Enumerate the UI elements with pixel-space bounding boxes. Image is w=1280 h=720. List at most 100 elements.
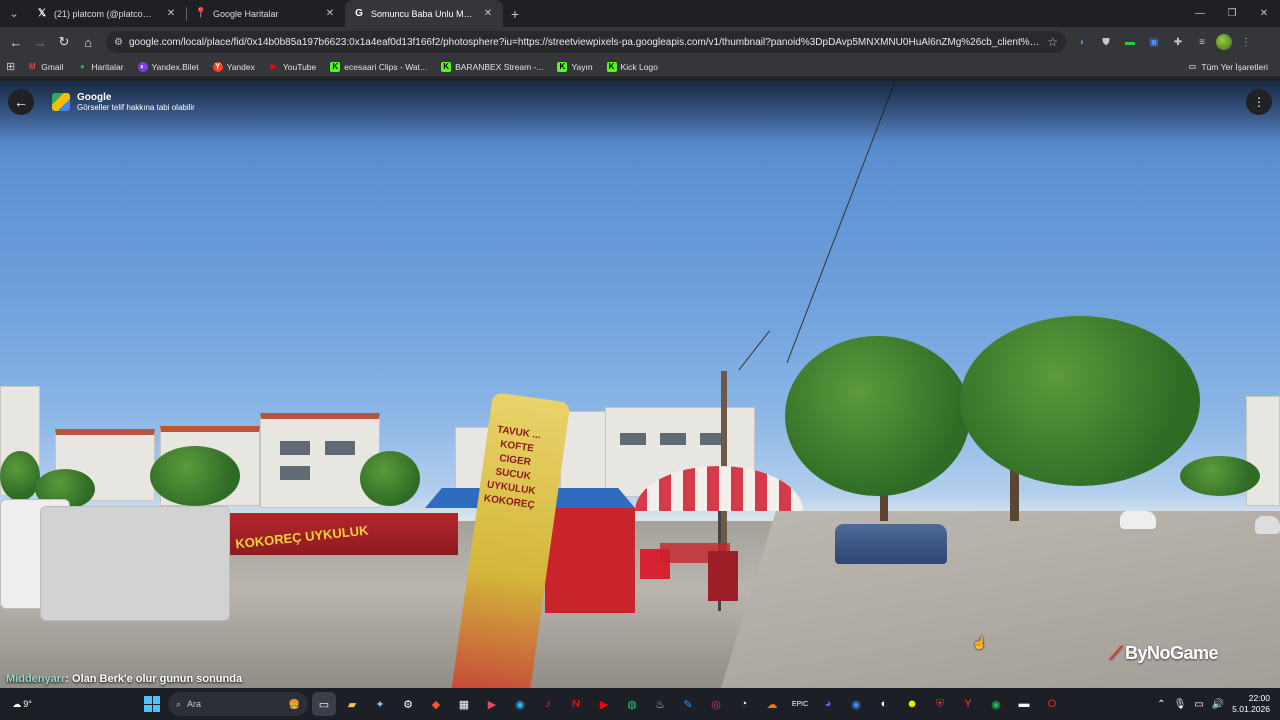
volume-icon[interactable]: 🔊 (1212, 699, 1224, 710)
bookmark-label: Gmail (41, 61, 64, 72)
yandex-browser-icon[interactable]: Y (956, 692, 980, 716)
site-info-icon[interactable]: ⚙ (114, 37, 123, 48)
weather-temp: 9° (23, 699, 32, 709)
steam-icon[interactable]: ♨ (648, 692, 672, 716)
store-icon[interactable]: ▦ (452, 692, 476, 716)
bookmark-label: Yandex (226, 61, 255, 72)
back-arrow-icon[interactable]: ← (8, 89, 34, 115)
snapchat-icon[interactable]: ☻ (900, 692, 924, 716)
tab-google-maps[interactable]: 📍 Google Haritalar ✕ (187, 0, 345, 27)
bookmark-baranbex[interactable]: K BARANBEX Stream -... (435, 58, 549, 76)
chat-username: Middenyarr (6, 673, 66, 685)
reload-icon[interactable]: ↻ (52, 30, 76, 54)
spotify-icon[interactable]: ◉ (984, 692, 1008, 716)
tree (960, 316, 1200, 486)
stream-watermark: ⟋ ByNoGame (1110, 643, 1219, 664)
watermark-text: ByNoGame (1124, 643, 1219, 663)
tab-twitter[interactable]: 𝕏 (21) platcom (@platcomweb) / ✕ (28, 0, 186, 27)
kick-icon: K (606, 61, 617, 72)
chat-overlay: Middenyarr: Olan Berk'e olur gunun sonun… (6, 670, 266, 688)
bookmark-label: ecesaari Clips - Wat... (344, 61, 428, 72)
bookmark-yayin[interactable]: K Yayın (551, 58, 598, 76)
media-player-icon[interactable]: ▶ (480, 692, 504, 716)
bookmark-gmail[interactable]: M Gmail (21, 58, 69, 76)
epic-games-icon[interactable]: EPIC (788, 692, 812, 716)
task-view-icon[interactable]: ▭ (312, 692, 336, 716)
restore-icon[interactable]: ❐ (1216, 0, 1248, 27)
extension-icon[interactable]: ▣ (1144, 32, 1164, 52)
github-icon[interactable]: ◐ (872, 692, 896, 716)
street-view-panorama[interactable]: KOKOREÇ UYKULUK TAVUK ... KOFTE CIGER SU… (0, 81, 1280, 688)
shield-icon[interactable]: ⛊ (1096, 32, 1116, 52)
bookmark-yandex[interactable]: Y Yandex (207, 58, 261, 76)
opera-icon[interactable]: O (1040, 692, 1064, 716)
close-tab-icon[interactable]: ✕ (164, 8, 178, 19)
instagram-icon[interactable]: ◎ (704, 692, 728, 716)
tree (0, 451, 40, 501)
parked-car (1120, 511, 1156, 529)
tiktok-icon[interactable]: ♪ (536, 692, 560, 716)
copilot-icon[interactable]: ✦ (368, 692, 392, 716)
tab-search-button[interactable]: ⌄ (0, 0, 28, 27)
extension-icon[interactable]: ◗ (1072, 32, 1092, 52)
bookmark-yandex-bilet[interactable]: ◐ Yandex.Bilet (132, 58, 205, 76)
weather-widget[interactable]: ☁ 9° (0, 699, 44, 710)
tab-somuncu-baba[interactable]: G Somuncu Baba Unlu Mamülleri ✕ (345, 0, 503, 27)
profile-avatar[interactable] (1216, 34, 1232, 50)
microphone-icon[interactable]: 🎙 (1174, 699, 1187, 710)
bookmark-kick-logo[interactable]: K Kick Logo (601, 58, 664, 76)
home-icon[interactable]: ⌂ (76, 30, 100, 54)
speedtest-icon[interactable]: ◔ (732, 692, 756, 716)
bookmark-haritalar[interactable]: ● Haritalar (71, 58, 129, 76)
url-text[interactable]: google.com/local/place/fid/0x14b0b85a197… (129, 37, 1041, 48)
chevron-up-icon[interactable]: ⌃ (1157, 699, 1165, 710)
file-explorer-icon[interactable]: ▰ (340, 692, 364, 716)
bookmark-label: Tüm Yer İşaretleri (1201, 61, 1268, 72)
youtube-icon[interactable]: ▶ (592, 692, 616, 716)
new-tab-button[interactable]: + (503, 0, 527, 27)
bookmark-youtube[interactable]: ▶ YouTube (263, 58, 322, 76)
netflix-icon[interactable]: N (564, 692, 588, 716)
bookmark-label: Yayın (571, 61, 593, 72)
forward-arrow-icon[interactable]: → (28, 30, 52, 54)
network-icon[interactable]: ▭ (1194, 699, 1203, 710)
settings-icon[interactable]: ⚙ (396, 692, 420, 716)
bookmark-label: BARANBEX Stream -... (455, 61, 544, 72)
bookmark-ecesaari[interactable]: Kecesaari Clips - Wat... (324, 58, 433, 76)
more-options-icon[interactable]: ⋮ (1246, 89, 1272, 115)
address-bar[interactable]: ⚙ google.com/local/place/fid/0x14b0b85a1… (106, 31, 1066, 53)
minimize-icon[interactable]: — (1184, 0, 1216, 27)
close-window-icon[interactable]: ✕ (1248, 0, 1280, 27)
bookmark-star-icon[interactable]: ☆ (1047, 35, 1058, 49)
kick-icon: K (441, 61, 452, 72)
back-arrow-icon[interactable]: ← (4, 30, 28, 54)
app-window-icon[interactable]: ▬ (1012, 692, 1036, 716)
close-tab-icon[interactable]: ✕ (323, 8, 337, 19)
edge-icon[interactable]: ◉ (508, 692, 532, 716)
soundcloud-icon[interactable]: ☁ (760, 692, 784, 716)
close-tab-icon[interactable]: ✕ (481, 8, 495, 19)
twitter-icon[interactable]: ✎ (676, 692, 700, 716)
kick-icon: K (330, 61, 341, 72)
window (325, 441, 355, 455)
reading-list-icon[interactable]: ≡ (1192, 32, 1212, 52)
menu-dots-icon[interactable]: ⋮ (1236, 32, 1256, 52)
chrome-icon[interactable]: ◉ (844, 692, 868, 716)
extension-icon[interactable]: ▬ (1120, 32, 1140, 52)
clock[interactable]: 22:00 5.01.2026 (1232, 693, 1270, 715)
window (620, 433, 646, 445)
maps-icon: ● (80, 62, 85, 71)
search-icon: ⌕ (176, 698, 182, 709)
whatsapp-icon[interactable]: ◍ (620, 692, 644, 716)
brave-icon[interactable]: ◆ (424, 692, 448, 716)
puzzle-icon[interactable]: ✚ (1168, 32, 1188, 52)
discord-icon[interactable]: ◕ (816, 692, 840, 716)
taskbar-search[interactable]: ⌕ Ara 🍔 (168, 692, 308, 716)
search-placeholder: Ara (187, 699, 202, 709)
apps-grid-icon[interactable]: ⊞ (6, 60, 15, 73)
all-bookmarks-button[interactable]: ▭ Tüm Yer İşaretleri (1181, 58, 1274, 76)
shield-app-icon[interactable]: ⛨ (928, 692, 952, 716)
covered-vehicle (40, 506, 230, 621)
windows-start-icon[interactable] (140, 692, 164, 716)
browser-toolbar: ← → ↻ ⌂ ⚙ google.com/local/place/fid/0x1… (0, 27, 1280, 57)
